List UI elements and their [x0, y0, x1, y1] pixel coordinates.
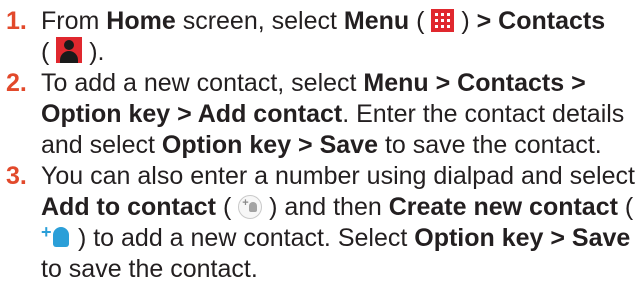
bold-term: Option key > Save [414, 224, 631, 252]
step-text: To add a new contact, select [41, 69, 364, 97]
step-text: ( [409, 7, 432, 35]
step-3: 3. You can also enter a number using dia… [6, 161, 636, 285]
step-1: 1. From Home screen, select Menu ( ) > C… [6, 6, 636, 68]
bold-term: Add to contact [41, 193, 216, 221]
step-number: 1. [6, 7, 27, 35]
bold-term: Home [106, 7, 176, 35]
step-text: From [41, 7, 107, 35]
step-text: to save the contact. [378, 131, 602, 159]
bold-term: > Contacts [476, 7, 606, 35]
step-number: 2. [6, 69, 27, 97]
step-text: ( [216, 193, 239, 221]
menu-grid-icon [431, 9, 455, 32]
bold-term: Create new contact [388, 193, 618, 221]
step-text: ) to add a new contact. Select [71, 224, 415, 252]
step-text: ( [617, 193, 634, 221]
step-text: screen, select [175, 7, 344, 35]
step-text: You can also enter a number using dialpa… [41, 162, 635, 190]
step-text: ). [82, 38, 105, 66]
contacts-app-icon [56, 37, 83, 63]
new-contact-icon [41, 223, 71, 249]
step-2: 2. To add a new contact, select Menu > C… [6, 68, 636, 161]
step-text: ) [454, 7, 477, 35]
bold-term: Option key > Save [161, 131, 378, 159]
add-to-contact-icon [238, 195, 263, 219]
step-number: 3. [6, 162, 27, 190]
step-text: to save the contact. [41, 255, 258, 283]
step-text: ) and then [262, 193, 389, 221]
step-text: ( [41, 38, 57, 66]
bold-term: Menu [343, 7, 410, 35]
instruction-list: 1. From Home screen, select Menu ( ) > C… [0, 0, 636, 285]
